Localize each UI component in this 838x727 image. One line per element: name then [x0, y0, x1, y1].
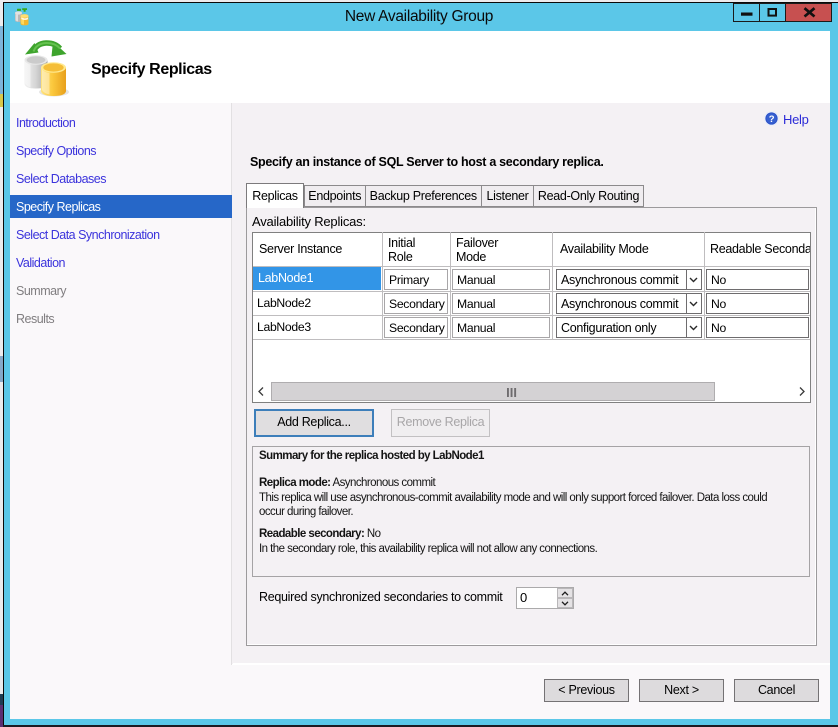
- svg-text:?: ?: [769, 114, 775, 125]
